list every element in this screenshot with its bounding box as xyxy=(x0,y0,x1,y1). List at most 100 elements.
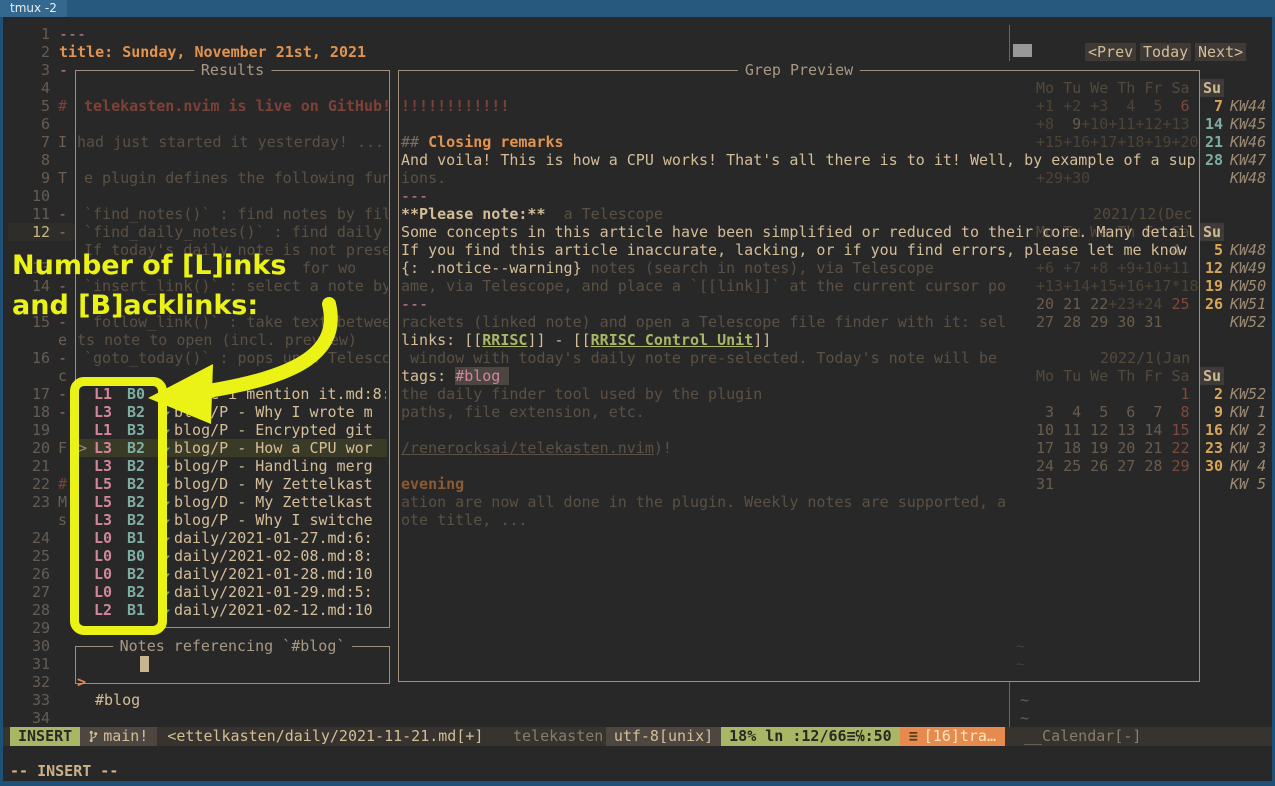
preview-line: **Please note:** a Telescope xyxy=(401,205,1196,223)
line-number: 7 xyxy=(14,133,50,151)
result-filename: blog/D - My Zettelkast xyxy=(174,493,386,511)
result-filename: Where i mention it.md:8: xyxy=(174,385,386,403)
progress-segment: 18% ln :12/66≡℅:50 xyxy=(721,727,900,746)
tmux-session-tab[interactable]: tmux -2 xyxy=(0,0,67,17)
result-filename: blog/P - Handling merg xyxy=(174,457,386,475)
result-filename: blog/P - Encrypted git xyxy=(174,421,386,439)
grep-preview-title: Grep Preview xyxy=(738,61,860,79)
filename-segment: <ettelkasten/daily/2021-11-21.md[+] xyxy=(167,727,483,746)
calendar-sunday-day[interactable]: 16 xyxy=(1205,421,1223,439)
scrollbar-thumb[interactable] xyxy=(1013,44,1032,57)
line-number: 18 xyxy=(14,403,50,421)
calendar-sunday-day[interactable]: 28 xyxy=(1205,151,1223,169)
text-segment: {: .notice--warning} xyxy=(401,259,582,277)
calendar-week-number: KW 4 xyxy=(1230,457,1266,475)
line-number: 21 xyxy=(14,457,50,475)
calendar-sunday-day[interactable]: 5 xyxy=(1205,241,1223,259)
line-number: 10 xyxy=(14,187,50,205)
text-segment: paths, file extension, etc. xyxy=(401,403,645,421)
buffers-icon: ≡ xyxy=(909,727,918,746)
empty-buffer-tilde: ~ xyxy=(1020,709,1029,727)
line-number: 29 xyxy=(14,619,50,637)
tab-segment: ≡ [16]tra… xyxy=(900,727,1005,746)
text-segment: **Please note:** xyxy=(401,205,546,223)
buffer-edge-char: - xyxy=(58,205,67,223)
buffer-line: --- xyxy=(59,25,388,43)
sunday-header: Su xyxy=(1203,79,1223,97)
buffer-edge-char: s xyxy=(58,511,67,529)
preview-line: ame, via Telescope, and place a `[[link]… xyxy=(401,277,1196,295)
annotation-text-line2: and [B]acklinks: xyxy=(12,290,258,321)
preview-line: ation are now all done in the plugin. We… xyxy=(401,493,1196,511)
calendar-sunday-day[interactable]: 7 xyxy=(1205,97,1223,115)
statusline: INSERT main! <ettelkasten/daily/2021-11-… xyxy=(3,727,1272,746)
tab-info: [16]tra… xyxy=(924,727,996,746)
calendar-sunday-day[interactable]: 19 xyxy=(1205,277,1223,295)
result-filename: blog/P - Why I wrote m xyxy=(174,403,386,421)
sunday-header: Su xyxy=(1203,367,1223,385)
prompt-input[interactable]: > #blog 13 / 13 xyxy=(0,655,388,673)
calendar-sunday-day[interactable]: 2 xyxy=(1205,385,1223,403)
calendar-week-number: KW 5 xyxy=(1230,475,1266,493)
line-number: 12 xyxy=(14,223,50,241)
calendar-prev-button[interactable]: <Prev xyxy=(1085,43,1136,61)
line-number: 16 xyxy=(14,349,50,367)
text-segment: /renerocksai/telekasten.nvim xyxy=(401,439,654,457)
buffer-edge-char: - xyxy=(58,223,67,241)
preview-line: !!!!!!!!!!!! xyxy=(401,97,1196,115)
calendar-week-number: KW46 xyxy=(1230,133,1266,151)
calendar-statusline: __Calendar[-] xyxy=(1024,727,1141,746)
calendar-week-number: KW50 xyxy=(1230,277,1266,295)
preview-line: --- xyxy=(401,295,1196,313)
git-branch-segment: main! xyxy=(80,727,157,746)
buffer-edge-char: I xyxy=(58,133,67,151)
git-branch-icon xyxy=(89,730,98,743)
text-segment: )! xyxy=(654,439,672,457)
line-number: 23 xyxy=(14,493,50,511)
text-segment: Some concepts in this article have been … xyxy=(401,223,1196,241)
calendar-sunday-day[interactable]: 21 xyxy=(1205,133,1223,151)
preview-line: tags: #blog xyxy=(401,367,1196,385)
calendar-week-number: KW48 xyxy=(1230,241,1266,259)
window-titlebar: tmux -2 xyxy=(0,0,1275,17)
calendar-sunday-day[interactable]: 12 xyxy=(1205,259,1223,277)
calendar-sunday-day[interactable]: 14 xyxy=(1205,115,1223,133)
preview-line: And voila! This is how a CPU works! That… xyxy=(401,151,1196,169)
preview-line: evening xyxy=(401,475,1196,493)
result-filename: daily/2021-02-08.md:8: xyxy=(174,547,386,565)
preview-line: If you find this article inaccurate, lac… xyxy=(401,241,1196,259)
result-filename: blog/D - My Zettelkast xyxy=(174,475,386,493)
calendar-sunday-day[interactable]: 26 xyxy=(1205,295,1223,313)
calendar-week-number: KW 3 xyxy=(1230,439,1266,457)
preview-line: Some concepts in this article have been … xyxy=(401,223,1196,241)
text-segment: And voila! This is how a CPU works! That… xyxy=(401,151,1196,169)
text-segment xyxy=(582,259,591,277)
text-segment: tags: xyxy=(401,367,455,385)
buffer-edge-char: # xyxy=(58,475,67,493)
buffer-line: title: Sunday, November 21st, 2021 xyxy=(59,43,388,61)
calendar-week-number: KW45 xyxy=(1230,115,1266,133)
calendar-sunday-day[interactable]: 23 xyxy=(1205,439,1223,457)
calendar-week-number: KW49 xyxy=(1230,259,1266,277)
preview-line: ions. xyxy=(401,169,1196,187)
calendar-sunday-day[interactable]: 9 xyxy=(1205,403,1223,421)
line-number: 3 xyxy=(14,61,50,79)
window-separator-bottom xyxy=(1009,682,1010,727)
text-segment: --- xyxy=(401,295,428,313)
plugin-name-segment: telekasten xyxy=(513,727,603,746)
calendar-sunday-day[interactable]: 30 xyxy=(1205,457,1223,475)
encoding-segment: utf-8[unix] xyxy=(606,727,721,746)
terminal-screen: tmux -2 12345#67I89T1011-12-1314-s15-e16… xyxy=(0,0,1275,786)
calendar-next-button[interactable]: Next> xyxy=(1195,43,1246,61)
buffer-edge-char: - xyxy=(58,349,67,367)
window-separator-top xyxy=(1009,25,1010,61)
window-border-left xyxy=(0,17,3,786)
text-segment: window with today's daily note pre-selec… xyxy=(401,349,997,367)
line-number: 22 xyxy=(14,475,50,493)
calendar-week-number: KW44 xyxy=(1230,97,1266,115)
line-number: 5 xyxy=(14,97,50,115)
text-segment: title: Sunday, November 21st, 2021 xyxy=(59,43,366,61)
preview-line: /renerocksai/telekasten.nvim)! xyxy=(401,439,1196,457)
calendar-today-button[interactable]: Today xyxy=(1140,43,1191,61)
buffer-edge-char: F xyxy=(58,439,67,457)
